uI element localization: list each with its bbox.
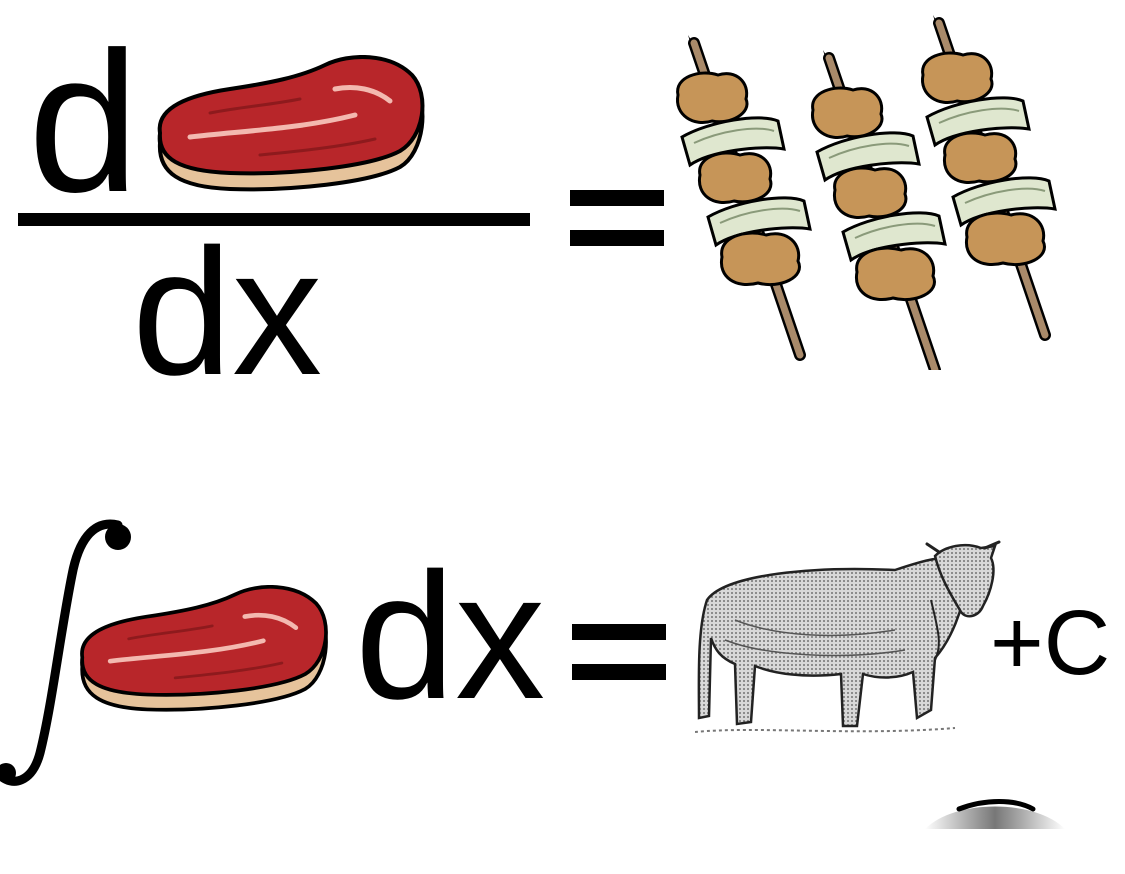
kebab-skewers-icon (660, 5, 1090, 370)
fraction-denominator-dx: dx (132, 212, 323, 413)
fraction-numerator-d: d (28, 11, 140, 234)
steak-icon (157, 55, 425, 192)
cow-icon (695, 540, 1001, 733)
equals-sign (572, 624, 666, 684)
equals-sign (570, 190, 664, 250)
integral-differential-dx: dx (355, 536, 546, 737)
cropped-object (925, 799, 1065, 829)
meme-canvas: d dx dx +C (0, 0, 1125, 874)
constant-of-integration: +C (990, 592, 1111, 694)
steak-icon (80, 585, 328, 712)
